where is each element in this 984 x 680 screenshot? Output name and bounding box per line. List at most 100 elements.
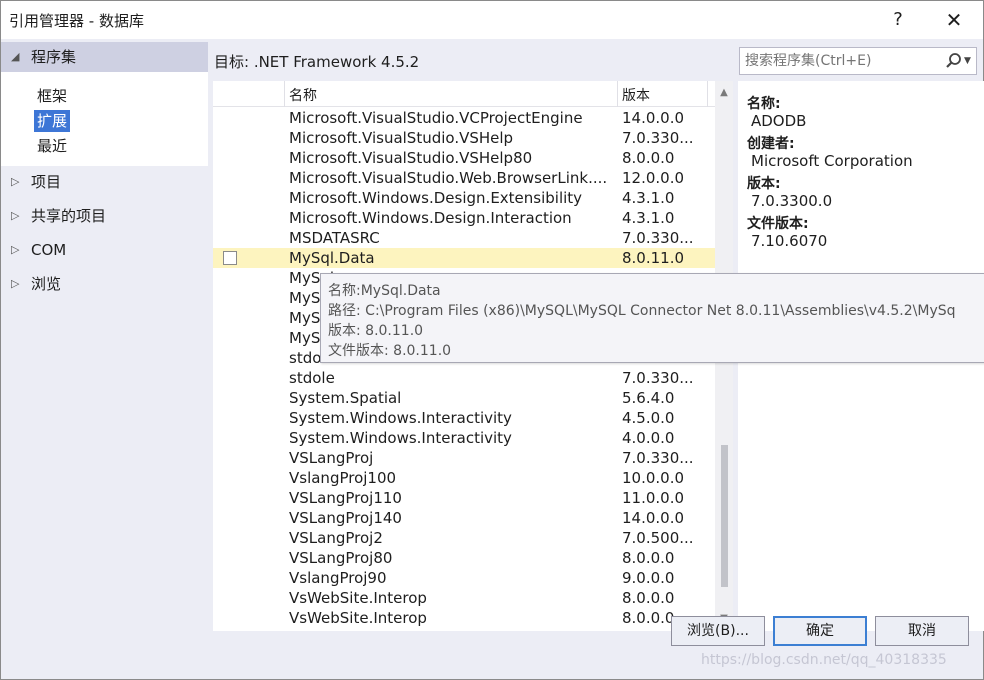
nav-com-label: COM (31, 241, 67, 259)
item-name: VsWebSite.Interop (289, 589, 427, 607)
list-item[interactable]: VsWebSite.Interop 8.0.0.0 (213, 608, 715, 628)
list-item[interactable]: VSLangProj140 14.0.0.0 (213, 508, 715, 528)
list-item[interactable]: VslangProj90 9.0.0.0 (213, 568, 715, 588)
assemblies-group: ◢ 程序集 框架 扩展 最近 (1, 42, 208, 166)
detail-creator-value: Microsoft Corporation (751, 152, 913, 170)
tooltip-path: 路径: C:\Program Files (x86)\MySQL\MySQL C… (328, 303, 956, 319)
nav-framework[interactable]: 框架 (34, 85, 70, 107)
nav-extensions[interactable]: 扩展 (34, 110, 71, 132)
nav-com[interactable]: ▷ COM (1, 235, 208, 265)
list-item[interactable]: VslangProj100 10.0.0.0 (213, 468, 715, 488)
column-separator[interactable] (617, 81, 618, 107)
item-version: 8.0.11.0 (622, 249, 685, 267)
item-name: System.Windows.Interactivity (289, 409, 512, 427)
list-item[interactable]: VSLangProj110 11.0.0.0 (213, 488, 715, 508)
item-name: VSLangProj80 (289, 549, 393, 567)
item-name: stdole (289, 369, 335, 387)
nav-assemblies[interactable]: ◢ 程序集 (1, 42, 208, 72)
detail-name-label: 名称: (747, 96, 781, 112)
list-item[interactable]: VSLangProj 7.0.330... (213, 448, 715, 468)
list-item[interactable]: VsWebSite.Interop 8.0.0.0 (213, 588, 715, 608)
item-name: VslangProj100 (289, 469, 397, 487)
list-item[interactable]: System.Windows.Interactivity 4.0.0.0 (213, 428, 715, 448)
nav-shared-projects[interactable]: ▷ 共享的项目 (1, 201, 208, 231)
scroll-up-icon[interactable]: ▲ (718, 87, 730, 99)
list-item[interactable]: System.Spatial 5.6.4.0 (213, 388, 715, 408)
item-name: VSLangProj (289, 449, 374, 467)
item-name: VSLangProj2 (289, 529, 383, 547)
detail-creator-label: 创建者: (747, 136, 795, 152)
collapsed-arrow-icon: ▷ (11, 243, 20, 256)
list-item[interactable]: VSLangProj2 7.0.500... (213, 528, 715, 548)
left-navigation: ◢ 程序集 框架 扩展 最近 ▷ 项目 ▷ 共享的项目 ▷ COM ▷ 浏览 (1, 39, 208, 641)
search-box[interactable]: ▼ (739, 47, 977, 75)
tooltip-version: 版本: 8.0.11.0 (328, 323, 424, 339)
list-item[interactable]: Microsoft.VisualStudio.Web.BrowserLink..… (213, 168, 715, 188)
item-name: Microsoft.VisualStudio.Web.BrowserLink..… (289, 169, 607, 187)
list-item[interactable]: Microsoft.VisualStudio.VSHelp80 8.0.0.0 (213, 148, 715, 168)
item-version: 8.0.0.0 (622, 549, 675, 567)
item-name: MySql.Data (289, 249, 375, 267)
item-name: VsWebSite.Interop (289, 609, 427, 627)
item-version: 4.5.0.0 (622, 409, 675, 427)
nav-browse[interactable]: ▷ 浏览 (1, 269, 208, 299)
item-name: System.Windows.Interactivity (289, 429, 512, 447)
list-item[interactable]: Microsoft.VisualStudio.VCProjectEngine 14… (213, 108, 715, 128)
list-item[interactable]: MSDATASRC 7.0.330... (213, 228, 715, 248)
item-name: VSLangProj110 (289, 489, 402, 507)
chevron-down-icon[interactable]: ▼ (964, 56, 974, 66)
help-button[interactable]: ? (883, 7, 913, 33)
list-item[interactable]: System.Windows.Interactivity 4.5.0.0 (213, 408, 715, 428)
collapsed-arrow-icon: ▷ (11, 209, 20, 222)
reference-manager-window: 引用管理器 - 数据库 ? ✕ ◢ 程序集 框架 扩展 最近 ▷ 项目 ▷ 共享… (0, 0, 984, 680)
browse-button[interactable]: 浏览(B)... (671, 616, 765, 646)
nav-recent[interactable]: 最近 (34, 135, 70, 157)
item-name: Microsoft.VisualStudio.VSHelp80 (289, 149, 533, 167)
list-item[interactable]: stdole 7.0.330... (213, 368, 715, 388)
column-header-version[interactable]: 版本 (622, 85, 650, 105)
item-name: Microsoft.Windows.Design.Interaction (289, 209, 572, 227)
nav-browse-label: 浏览 (31, 275, 62, 293)
close-button[interactable]: ✕ (939, 7, 969, 33)
window-title: 引用管理器 - 数据库 (9, 12, 144, 30)
item-version: 4.3.1.0 (622, 209, 675, 227)
detail-file-version-value: 7.10.6070 (751, 232, 828, 250)
search-input[interactable] (745, 51, 940, 71)
detail-name-value: ADODB (751, 112, 807, 130)
list-item-hovered[interactable]: MySql.Data 8.0.11.0 (213, 248, 715, 268)
item-version: 14.0.0.0 (622, 509, 685, 527)
cancel-button[interactable]: 取消 (875, 616, 969, 646)
search-icon[interactable] (943, 50, 965, 72)
column-header-name[interactable]: 名称 (289, 85, 317, 105)
item-version: 11.0.0.0 (622, 489, 685, 507)
nav-projects-label: 项目 (31, 173, 62, 191)
include-checkbox[interactable] (223, 251, 237, 265)
item-name: System.Spatial (289, 389, 402, 407)
item-name: MSDATASRC (289, 229, 380, 247)
item-name: Microsoft.Windows.Design.Extensibility (289, 189, 583, 207)
column-separator[interactable] (284, 81, 285, 107)
list-item[interactable]: Microsoft.Windows.Design.Interaction 4.3.… (213, 208, 715, 228)
item-name: VslangProj90 (289, 569, 387, 587)
nav-assemblies-label: 程序集 (31, 48, 77, 66)
list-rows: Microsoft.VisualStudio.VCProjectEngine 14… (213, 108, 715, 628)
item-version: 5.6.4.0 (622, 389, 675, 407)
list-item[interactable]: Microsoft.Windows.Design.Extensibility 4.… (213, 188, 715, 208)
item-version: 4.0.0.0 (622, 429, 675, 447)
column-separator[interactable] (707, 81, 708, 107)
item-version: 12.0.0.0 (622, 169, 685, 187)
ok-button[interactable]: 确定 (773, 616, 867, 646)
scrollbar-thumb[interactable] (721, 445, 728, 587)
item-version: 8.0.0.0 (622, 149, 675, 167)
target-framework-label: 目标: .NET Framework 4.5.2 (214, 53, 420, 71)
item-name: Microsoft.VisualStudio.VSHelp (289, 129, 514, 147)
list-item[interactable]: VSLangProj80 8.0.0.0 (213, 548, 715, 568)
title-bar: 引用管理器 - 数据库 ? ✕ (1, 1, 983, 39)
item-version: 7.0.330... (622, 369, 694, 387)
nav-projects[interactable]: ▷ 项目 (1, 167, 208, 197)
collapsed-arrow-icon: ▷ (11, 175, 20, 188)
list-item[interactable]: Microsoft.VisualStudio.VSHelp 7.0.330... (213, 128, 715, 148)
detail-file-version-label: 文件版本: (747, 216, 809, 232)
detail-version-label: 版本: (747, 176, 781, 192)
item-version: 7.0.330... (622, 229, 694, 247)
